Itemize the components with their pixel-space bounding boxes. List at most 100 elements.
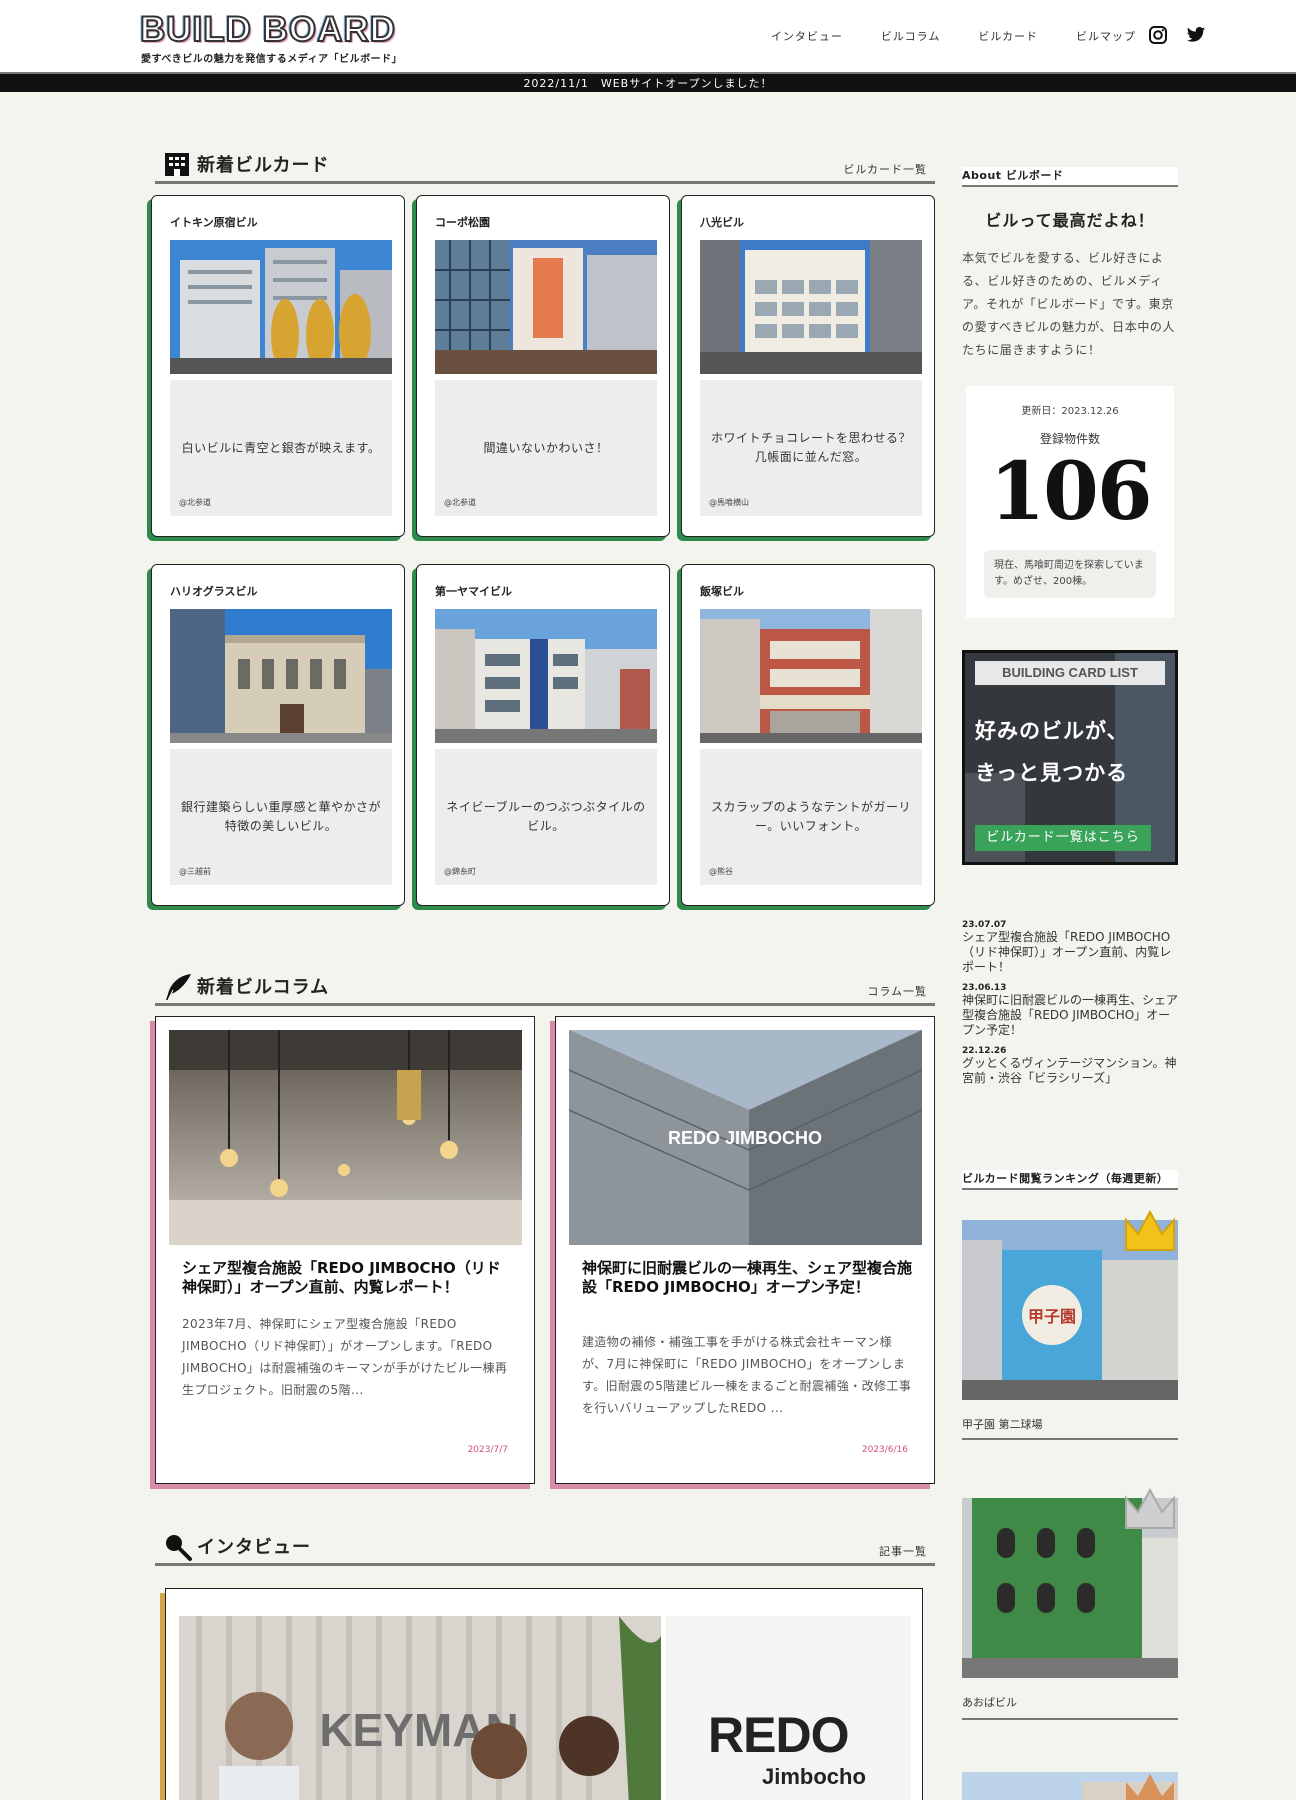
main-nav: インタビュー ビルコラム ビルカード ビルマップ: [771, 28, 1136, 44]
column-date: 2023/6/16: [861, 1445, 908, 1455]
column-excerpt: 2023年7月、神保町にシェア型複合施設「REDO JIMBOCHO（リド神保町…: [182, 1317, 508, 1397]
interview-section-header: インタビュー 記事一覧: [155, 1535, 935, 1566]
property-count-box: 更新日：2023.12.26 登録物件数 106 現在、馬喰町周辺を探索していま…: [966, 386, 1174, 618]
nav-card[interactable]: ビルカード: [978, 28, 1038, 44]
column-card[interactable]: シェア型複合施設「REDO JIMBOCHO（リド神保町）」オープン直前、内覧レ…: [155, 1016, 535, 1484]
building-description: ネイビーブルーのつぶつぶタイルのビル。: [435, 749, 657, 885]
redo-logo-sub: Jimbocho: [762, 1764, 866, 1789]
column-title[interactable]: 神保町に旧耐震ビルの一棟再生、シェア型複合施設「REDO JIMBOCHO」オー…: [582, 1259, 912, 1297]
social-icons: [1148, 25, 1206, 49]
card-list-link[interactable]: ビルカード一覧: [843, 161, 927, 177]
news-date: 22.12.26: [962, 1046, 1007, 1056]
news-date: 23.06.13: [962, 983, 1007, 993]
building-photo: [435, 240, 657, 374]
news-item[interactable]: 22.12.26 グッとくるヴィンテージマンション。神宮前・渋谷「ビラシリーズ」: [962, 1046, 1178, 1086]
building-card[interactable]: 飯塚ビル スカラップのようなテントがガーリー。いいフォント。 @熊谷: [681, 564, 935, 906]
column-list-link[interactable]: コラム一覧: [867, 983, 927, 999]
ranking-item-1[interactable]: 甲子園 甲子園 第二球場: [962, 1209, 1178, 1440]
building-card[interactable]: 八光ビル ホワイトチョコレートを思わせる？几帳面に並んだ窓。 @馬喰横山: [681, 195, 935, 537]
site-header: BUILD BOARD 愛すべきビルの魅力を発信するメディア「ビルボード」 イン…: [0, 0, 1296, 72]
ranking-item-3[interactable]: [962, 1772, 1178, 1800]
column-image-title: REDO JIMBOCHO: [668, 1128, 822, 1148]
quill-icon: [163, 972, 191, 1001]
building-photo: [700, 609, 922, 743]
news-list: 23.07.07 シェア型複合施設「REDO JIMBOCHO（リド神保町）」オ…: [962, 920, 1178, 1086]
about-catch: ビルって最高だよね！: [985, 211, 1155, 230]
building-location: @馬喰横山: [709, 498, 749, 507]
about-title: About ビルボード: [962, 167, 1178, 187]
nav-map[interactable]: ビルマップ: [1076, 28, 1136, 44]
building-name: イトキン原宿ビル: [170, 216, 258, 229]
building-location: @北参道: [179, 498, 211, 507]
column-date: 2023/7/7: [467, 1445, 508, 1455]
property-count: 106: [989, 444, 1153, 538]
ranking-sign: 甲子園: [1028, 1307, 1076, 1326]
banner-line1: 好みのビルが、: [975, 719, 1129, 743]
nav-column[interactable]: ビルコラム: [881, 28, 940, 44]
column-card[interactable]: REDO JIMBOCHO 神保町に旧耐震ビルの一棟再生、シェア型複合施設「RE…: [555, 1016, 935, 1484]
ranking-name: あおばビル: [962, 1696, 1017, 1709]
columns-section-header: 新着ビルコラム コラム一覧: [155, 974, 935, 1006]
news-title: 神保町に旧耐震ビルの一棟再生、シェア型複合施設「REDO JIMBOCHO」オー…: [962, 993, 1179, 1037]
building-name: コーポ松園: [435, 216, 490, 229]
nav-interview[interactable]: インタビュー: [771, 28, 843, 44]
bronze-crown-icon: [1126, 1774, 1174, 1800]
column-excerpt: 建造物の補修・補強工事を手がける株式会社キーマン様が、7月に神保町に「REDO …: [582, 1335, 912, 1415]
about-section: About ビルボード ビルって最高だよね！ 本気でビルを愛する、ビル好きによる…: [962, 167, 1178, 362]
ranking-name: 甲子園 第二球場: [962, 1418, 1043, 1431]
news-item[interactable]: 23.06.13 神保町に旧耐震ビルの一棟再生、シェア型複合施設「REDO JI…: [962, 983, 1178, 1038]
twitter-icon[interactable]: [1186, 25, 1206, 49]
building-name: 第一ヤマイビル: [435, 585, 512, 598]
interview-card[interactable]: KEYMAN REDO Jimbocho: [165, 1588, 923, 1800]
section-title: 新着ビルコラム: [197, 977, 330, 998]
explore-note: 現在、馬喰町周辺を探索しています。めざせ、200棟。: [984, 550, 1156, 598]
updated-date: 更新日：2023.12.26: [1021, 406, 1119, 417]
ranking-title: ビルカード閲覧ランキング（毎週更新）: [962, 1170, 1178, 1190]
column-photo: [169, 1030, 522, 1245]
building-photo: [435, 609, 657, 743]
column-photo: REDO JIMBOCHO: [569, 1030, 922, 1245]
building-card[interactable]: ハリオグラスビル 銀行建築らしい重厚感と華やかさが特徴の美しいビル。 @三越前: [151, 564, 405, 906]
column-title[interactable]: シェア型複合施設「REDO JIMBOCHO（リド神保町）」オープン直前、内覧レ…: [182, 1259, 512, 1297]
site-logo[interactable]: BUILD BOARD: [139, 11, 396, 49]
section-title: インタビュー: [197, 1537, 311, 1558]
building-card[interactable]: コーポ松園 間違いないかわいさ！ @北参道: [416, 195, 670, 537]
silver-crown-icon: [1125, 1487, 1175, 1529]
banner-line2: きっと見つかる: [975, 761, 1129, 785]
building-photo: [170, 609, 392, 743]
building-location: @錦糸町: [444, 867, 476, 876]
news-item[interactable]: 23.07.07 シェア型複合施設「REDO JIMBOCHO（リド神保町）」オ…: [962, 920, 1178, 975]
news-title: シェア型複合施設「REDO JIMBOCHO（リド神保町）」オープン直前、内覧レ…: [962, 930, 1172, 974]
building-card[interactable]: 第一ヤマイビル ネイビーブルーのつぶつぶタイルのビル。 @錦糸町: [416, 564, 670, 906]
building-name: ハリオグラスビル: [170, 585, 258, 598]
building-location: @三越前: [179, 867, 211, 876]
building-description: ホワイトチョコレートを思わせる？几帳面に並んだ窓。: [700, 380, 922, 516]
instagram-icon[interactable]: [1148, 25, 1168, 49]
building-name: 八光ビル: [700, 216, 744, 229]
section-title: 新着ビルカード: [197, 155, 330, 176]
building-description: スカラップのようなテントがガーリー。いいフォント。: [700, 749, 922, 885]
building-card[interactable]: イトキン原宿ビル 白いビルに青空と銀杏が映えます。 @北参道: [151, 195, 405, 537]
building-photo: [170, 240, 392, 374]
building-name: 飯塚ビル: [700, 585, 744, 598]
gold-crown-icon: [1125, 1209, 1175, 1251]
redo-logo-main: REDO: [708, 1707, 849, 1763]
interview-photo: KEYMAN: [179, 1616, 661, 1800]
ranking-item-2[interactable]: あおばビル: [962, 1487, 1178, 1720]
card-list-banner[interactable]: BUILDING CARD LIST 好みのビルが、 きっと見つかる ビルカード…: [962, 650, 1178, 865]
redo-logo: REDO Jimbocho: [666, 1616, 911, 1800]
ranking-header: ビルカード閲覧ランキング（毎週更新）: [962, 1170, 1178, 1190]
announcement-bar: 2022/11/1 WEBサイトオープンしました！: [0, 72, 1296, 92]
banner-cta-button[interactable]: ビルカード一覧はこちら: [975, 825, 1151, 851]
building-icon: [163, 150, 191, 178]
microphone-icon: [163, 1532, 192, 1561]
site-tagline: 愛すべきビルの魅力を発信するメディア「ビルボード」: [141, 54, 403, 65]
building-description: 銀行建築らしい重厚感と華やかさが特徴の美しいビル。: [170, 749, 392, 885]
building-description: 間違いないかわいさ！: [435, 380, 657, 516]
article-list-link[interactable]: 記事一覧: [879, 1543, 927, 1559]
building-location: @熊谷: [709, 867, 733, 876]
building-description: 白いビルに青空と銀杏が映えます。: [170, 380, 392, 516]
news-title: グッとくるヴィンテージマンション。神宮前・渋谷「ビラシリーズ」: [962, 1056, 1177, 1085]
building-location: @北参道: [444, 498, 476, 507]
cards-section-header: 新着ビルカード ビルカード一覧: [155, 153, 935, 184]
